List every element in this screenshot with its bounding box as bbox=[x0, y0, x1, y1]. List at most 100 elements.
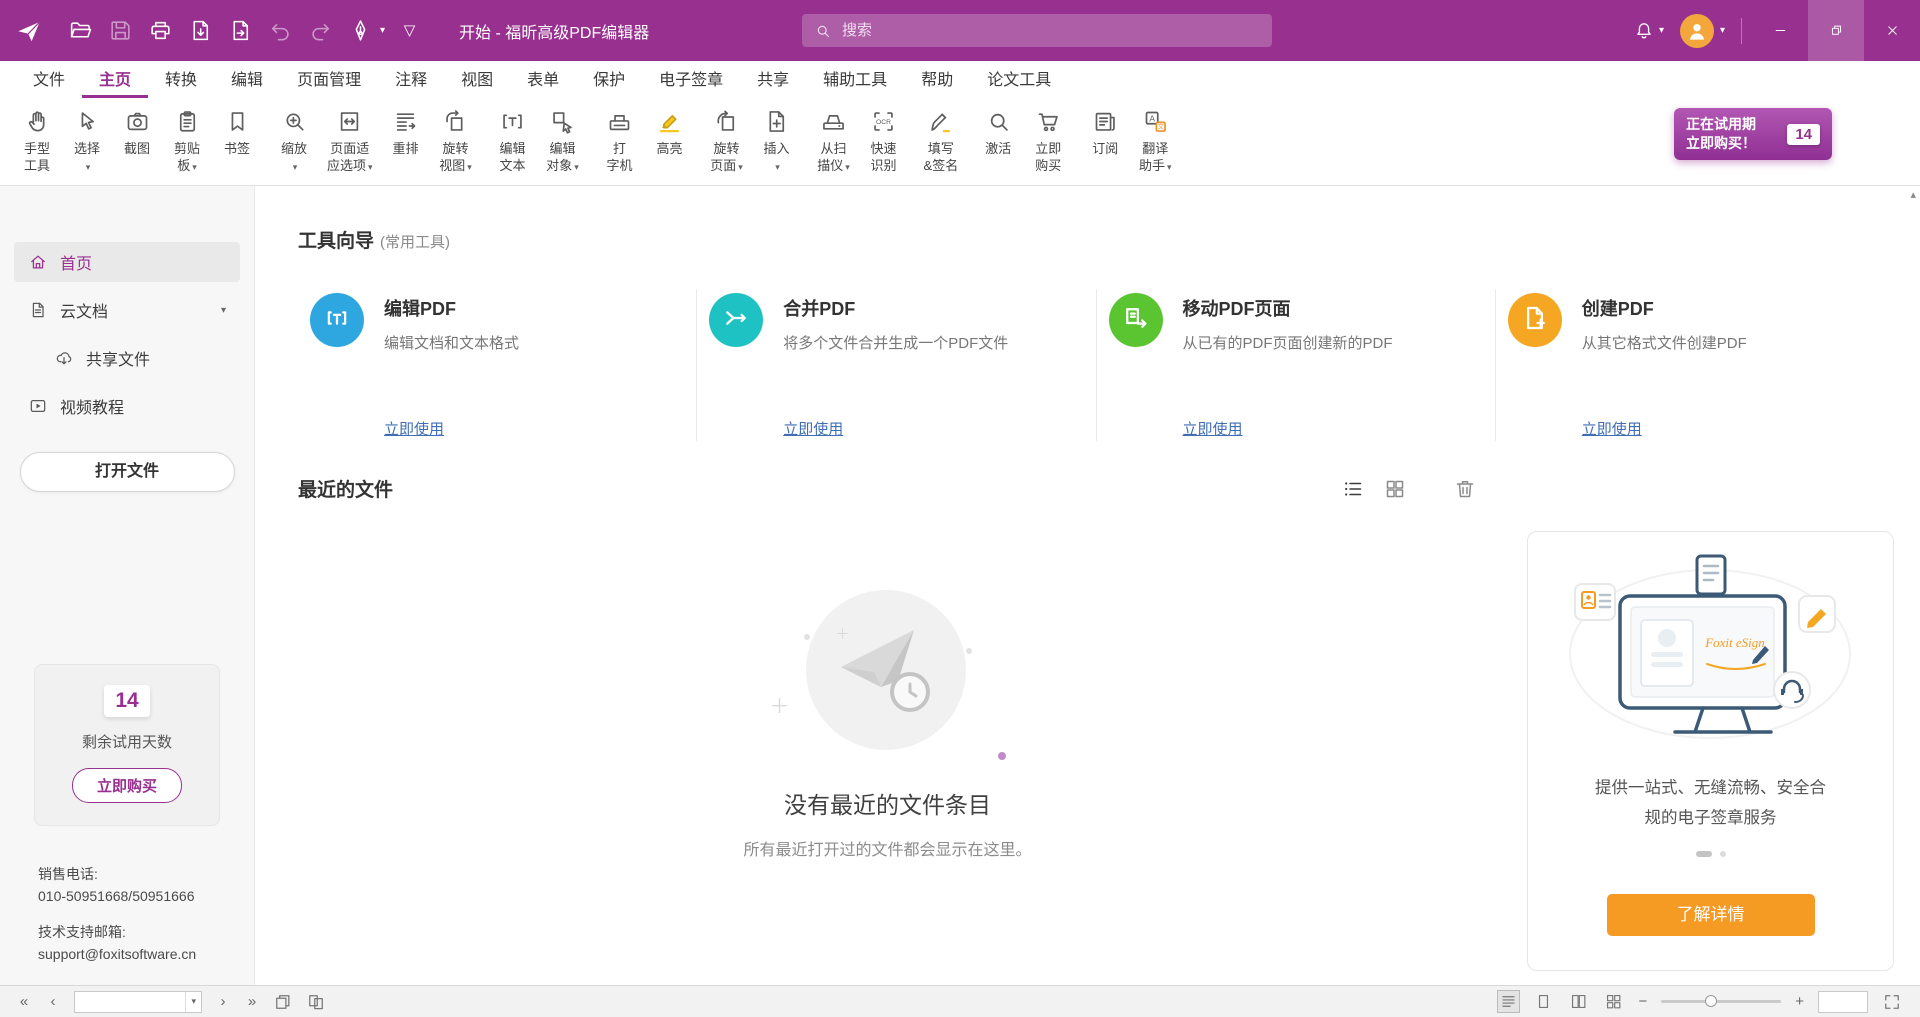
menu-view[interactable]: 视图 bbox=[444, 61, 510, 98]
customize-toolbar-icon[interactable]: ▽ bbox=[397, 18, 422, 43]
pen-quick-icon[interactable] bbox=[348, 18, 373, 43]
ribbon-edit-object-button[interactable]: 编辑对象▾ bbox=[538, 106, 588, 178]
tool-card-use-now-link[interactable]: 立即使用 bbox=[384, 418, 444, 439]
ribbon-page-fit-button[interactable]: 页面适应选项▾ bbox=[319, 106, 381, 178]
redo-icon[interactable] bbox=[308, 18, 333, 43]
highlight-icon bbox=[656, 108, 683, 135]
continuous-view-icon[interactable] bbox=[1498, 991, 1519, 1012]
subscribe-icon bbox=[1092, 108, 1119, 135]
trial-line1: 正在试用期 bbox=[1686, 116, 1756, 132]
menu-protect[interactable]: 保护 bbox=[576, 61, 642, 98]
restore-button[interactable] bbox=[1808, 0, 1864, 61]
quick-tool-caret-icon[interactable]: ▾ bbox=[380, 25, 385, 36]
continuous-facing-view-icon[interactable] bbox=[1603, 991, 1624, 1012]
menu-form[interactable]: 表单 bbox=[510, 61, 576, 98]
user-avatar[interactable] bbox=[1680, 14, 1714, 48]
ribbon-insert-button[interactable]: 插入▾ bbox=[752, 106, 802, 178]
next-page-icon[interactable]: › bbox=[215, 993, 231, 1010]
ribbon-bookmark-button[interactable]: 书签 bbox=[212, 106, 262, 159]
page-dropdown-caret-icon[interactable]: ▾ bbox=[185, 992, 201, 1012]
last-page-icon[interactable]: » bbox=[244, 993, 260, 1010]
menu-convert[interactable]: 转换 bbox=[148, 61, 214, 98]
ribbon-clipboard-button[interactable]: 剪贴板▾ bbox=[162, 106, 212, 178]
tool-card-move-pdf-pages: 移动PDF页面 从已有的PDF页面创建新的PDF 立即使用 bbox=[1097, 289, 1496, 441]
notifications-caret-icon[interactable]: ▾ bbox=[1659, 25, 1664, 36]
trial-buy-now-badge[interactable]: 正在试用期立即购买！ 14 bbox=[1674, 108, 1832, 160]
chevron-down-icon[interactable]: ▾ bbox=[221, 305, 226, 316]
menu-home[interactable]: 主页 bbox=[82, 61, 148, 98]
ribbon-edit-text-button[interactable]: 编辑文本 bbox=[488, 106, 538, 176]
menu-share[interactable]: 共享 bbox=[740, 61, 806, 98]
sidebar-item-video-tutorials[interactable]: 视频教程 bbox=[14, 386, 240, 426]
ribbon-rotate-view-button[interactable]: 旋转视图▾ bbox=[431, 106, 481, 178]
learn-more-button[interactable]: 了解详情 bbox=[1607, 894, 1815, 936]
menu-edit[interactable]: 编辑 bbox=[214, 61, 280, 98]
ribbon-snapshot-button[interactable]: 截图 bbox=[112, 106, 162, 159]
menu-help[interactable]: 帮助 bbox=[904, 61, 970, 98]
tool-card-use-now-link[interactable]: 立即使用 bbox=[783, 418, 843, 439]
copy-pages-icon[interactable] bbox=[306, 992, 326, 1012]
account-caret-icon[interactable]: ▾ bbox=[1720, 25, 1725, 36]
zoom-out-icon[interactable]: − bbox=[1638, 993, 1647, 1010]
undo-icon[interactable] bbox=[268, 18, 293, 43]
snapshot-tool-icon[interactable] bbox=[273, 992, 293, 1012]
open-file-button[interactable]: 打开文件 bbox=[20, 452, 235, 492]
buy-now-button[interactable]: 立即购买 bbox=[72, 768, 182, 803]
sidebar-item-home[interactable]: 首页 bbox=[14, 242, 240, 282]
ribbon-select-button[interactable]: 选择▾ bbox=[62, 106, 112, 178]
ribbon-quick-ocr-button[interactable]: OCR 快速识别 bbox=[859, 106, 909, 176]
single-page-view-icon[interactable] bbox=[1533, 991, 1554, 1012]
menu-esign[interactable]: 电子签章 bbox=[642, 61, 740, 98]
zoom-percent-input[interactable] bbox=[1818, 991, 1868, 1013]
print-icon[interactable] bbox=[148, 18, 173, 43]
pagination-dot[interactable] bbox=[1720, 851, 1726, 857]
notifications-bell-icon[interactable] bbox=[1633, 20, 1655, 42]
first-page-icon[interactable]: « bbox=[16, 993, 32, 1010]
ribbon-fill-sign-button[interactable]: 填写&签名 bbox=[916, 106, 967, 176]
zoom-slider-thumb[interactable] bbox=[1705, 995, 1717, 1007]
ribbon-activate-button[interactable]: 激活 bbox=[973, 106, 1023, 159]
search-input[interactable] bbox=[842, 22, 1260, 39]
menu-paper-tools[interactable]: 论文工具 bbox=[970, 61, 1068, 98]
zoom-slider[interactable] bbox=[1661, 1000, 1781, 1003]
ribbon-subscribe-button[interactable]: 订阅 bbox=[1080, 106, 1130, 159]
zoom-in-icon[interactable]: + bbox=[1795, 993, 1804, 1010]
ribbon-buy-now-button[interactable]: 立即购买 bbox=[1023, 106, 1073, 176]
minimize-button[interactable] bbox=[1752, 0, 1808, 61]
tool-card-use-now-link[interactable]: 立即使用 bbox=[1582, 418, 1642, 439]
export-doc-icon[interactable] bbox=[188, 18, 213, 43]
ribbon-zoom-button[interactable]: 缩放▾ bbox=[269, 106, 319, 178]
ribbon-typewriter-button[interactable]: 打字机 bbox=[595, 106, 645, 176]
list-view-icon[interactable] bbox=[1341, 477, 1365, 501]
svg-text:Foxit eSign: Foxit eSign bbox=[1704, 635, 1765, 650]
close-button[interactable] bbox=[1864, 0, 1920, 61]
search-box[interactable] bbox=[802, 14, 1272, 47]
ribbon-hand-tool-button[interactable]: 手型工具 bbox=[12, 106, 62, 176]
ribbon-translate-button[interactable]: A文 翻译助手▾ bbox=[1130, 106, 1180, 178]
esign-promo-card: Foxit eSign bbox=[1527, 531, 1894, 971]
save-icon[interactable] bbox=[108, 18, 133, 43]
sidebar-item-shared-files[interactable]: 共享文件 bbox=[40, 338, 240, 378]
menu-file[interactable]: 文件 bbox=[16, 61, 82, 98]
ribbon-reflow-button[interactable]: 重排 bbox=[381, 106, 431, 159]
pagination-dot-active[interactable] bbox=[1696, 851, 1712, 857]
ribbon-from-scanner-button[interactable]: 从扫描仪▾ bbox=[809, 106, 859, 178]
grid-view-icon[interactable] bbox=[1383, 477, 1407, 501]
ribbon-highlight-button[interactable]: 高亮 bbox=[645, 106, 695, 159]
page-number-input[interactable] bbox=[75, 994, 185, 1009]
sidebar-item-cloud-docs[interactable]: 云文档 ▾ bbox=[14, 290, 240, 330]
scrollbar-up-icon[interactable]: ▴ bbox=[1910, 188, 1916, 201]
menu-comment[interactable]: 注释 bbox=[378, 61, 444, 98]
menu-accessibility[interactable]: 辅助工具 bbox=[806, 61, 904, 98]
open-folder-icon[interactable] bbox=[68, 18, 93, 43]
menu-page-management[interactable]: 页面管理 bbox=[280, 61, 378, 98]
tool-card-use-now-link[interactable]: 立即使用 bbox=[1183, 418, 1243, 439]
support-email-address[interactable]: support@foxitsoftware.cn bbox=[38, 943, 196, 965]
previous-page-icon[interactable]: ‹ bbox=[45, 993, 61, 1010]
convert-doc-icon[interactable] bbox=[228, 18, 253, 43]
ribbon-rotate-pages-button[interactable]: 旋转页面▾ bbox=[702, 106, 752, 178]
facing-view-icon[interactable] bbox=[1568, 991, 1589, 1012]
clear-recent-trash-icon[interactable] bbox=[1453, 477, 1477, 501]
dropdown-caret-icon: ▾ bbox=[845, 162, 850, 172]
fullscreen-icon[interactable] bbox=[1882, 992, 1902, 1012]
